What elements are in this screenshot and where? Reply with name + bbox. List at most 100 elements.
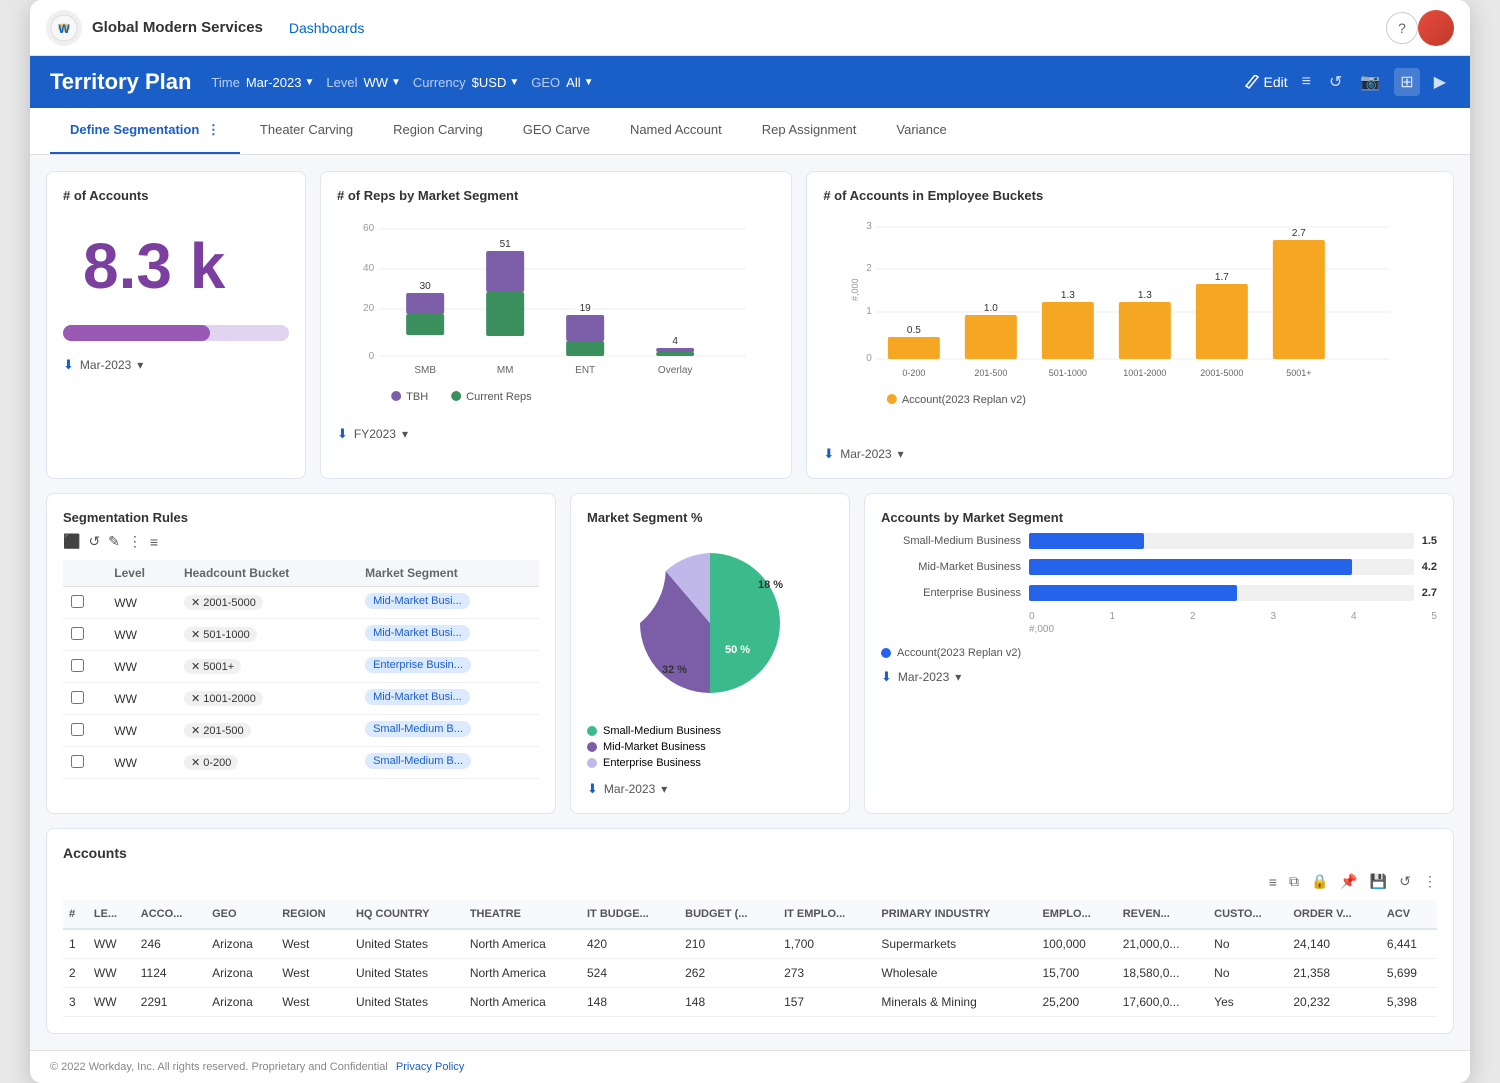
filter-geo: GEO All ▼ — [531, 75, 593, 90]
table-header-row: # LE... ACCO... GEO REGION HQ COUNTRY TH… — [63, 900, 1437, 929]
svg-text:5001+: 5001+ — [1287, 368, 1312, 378]
seg-refresh-icon[interactable]: ↺ — [88, 533, 100, 550]
col-country: HQ COUNTRY — [350, 900, 464, 929]
filter-level-value[interactable]: WW ▼ — [363, 75, 400, 90]
seg-row-6-checkbox[interactable] — [71, 755, 84, 768]
tab-rep-assignment[interactable]: Rep Assignment — [742, 108, 877, 154]
col-market-seg: Market Segment — [357, 560, 539, 587]
tbl-filter-icon[interactable]: ≡ — [1269, 874, 1277, 890]
logo-area: W Global Modern Services Dashboards — [46, 10, 364, 46]
tbl-save-icon: 💾 — [1370, 873, 1387, 890]
market-seg-footer[interactable]: ⬇ Mar-2023 ▾ — [587, 781, 833, 797]
seg-toolbar: ⬛ ↺ ✎ ⋮ ≡ — [63, 533, 539, 550]
grid-icon-btn[interactable]: ⊞ — [1394, 68, 1419, 96]
col-num: # — [63, 900, 88, 929]
svg-text:0: 0 — [369, 351, 375, 362]
video-icon-btn[interactable]: ▶ — [1430, 68, 1450, 96]
seg-row-1-checkbox[interactable] — [71, 595, 84, 608]
tbl-lock-icon[interactable]: 🔒 — [1311, 873, 1328, 890]
seg-rules-title: Segmentation Rules — [63, 510, 539, 525]
tbl-copy-icon[interactable]: ⧉ — [1289, 873, 1299, 890]
svg-text:201-500: 201-500 — [975, 368, 1008, 378]
seg-row-5-checkbox[interactable] — [71, 723, 84, 736]
seg-dots-icon[interactable]: ⋮ — [128, 533, 142, 550]
accounts-card: # of Accounts 8.3 k ⬇ Mar-2023 ▾ — [46, 171, 306, 479]
accounts-big-number: 8.3 k — [63, 211, 289, 317]
help-button[interactable]: ? — [1386, 12, 1418, 44]
col-reven: REVEN... — [1117, 900, 1208, 929]
tab-define-segmentation[interactable]: Define Segmentation ⋮ — [50, 108, 240, 154]
h-bar-mid-track — [1029, 559, 1414, 575]
footer-policy-link[interactable]: Privacy Policy — [396, 1061, 464, 1073]
svg-text:3: 3 — [867, 221, 873, 232]
h-axis: 0 1 2 3 4 5 — [1029, 611, 1437, 622]
employee-card-footer[interactable]: ⬇ Mar-2023 ▾ — [823, 446, 1437, 462]
filter-currency-value[interactable]: $USD ▼ — [472, 75, 520, 90]
camera-icon-btn[interactable]: 📷 — [1356, 68, 1384, 96]
svg-text:0.5: 0.5 — [907, 325, 921, 336]
col-it-budget: IT BUDGE... — [581, 900, 679, 929]
seg-filter-icon[interactable]: ≡ — [150, 534, 158, 550]
h-bar-ent-track — [1029, 585, 1414, 601]
dashboards-link[interactable]: Dashboards — [289, 20, 365, 36]
pie-mid-dot — [587, 742, 597, 752]
col-headcount: Headcount Bucket — [176, 560, 357, 587]
seg-row-3-checkbox[interactable] — [71, 659, 84, 672]
h-bar-smb-val: 1.5 — [1422, 535, 1437, 547]
seg-edit-icon[interactable]: ✎ — [108, 533, 120, 550]
svg-text:TBH: TBH — [406, 391, 428, 403]
tbl-more-icon[interactable]: ⋮ — [1423, 873, 1437, 890]
tab-theater-carving[interactable]: Theater Carving — [240, 108, 373, 154]
tab-variance[interactable]: Variance — [876, 108, 966, 154]
seg-row-6: WW ✕ 0-200 Small-Medium B... — [63, 747, 539, 779]
table-row: 1 WW 246 Arizona West United States Nort… — [63, 929, 1437, 959]
accounts-market-legend: Account(2023 Replan v2) — [881, 647, 1437, 659]
filter-time-value[interactable]: Mar-2023 ▼ — [246, 75, 315, 90]
pie-chart-svg: 18 % 32 % 50 % — [610, 533, 810, 713]
seg-row-4-checkbox[interactable] — [71, 691, 84, 704]
market-seg-filter-icon: ⬇ — [587, 781, 598, 797]
tbl-refresh-icon[interactable]: ↺ — [1399, 873, 1411, 890]
reps-card-footer[interactable]: ⬇ FY2023 ▾ — [337, 426, 775, 442]
pie-smb-label: Small-Medium Business — [603, 725, 721, 737]
col-custo: CUSTO... — [1208, 900, 1287, 929]
svg-text:501-1000: 501-1000 — [1049, 368, 1087, 378]
filter-geo-value[interactable]: All ▼ — [566, 75, 593, 90]
pie-chart-container: 18 % 32 % 50 % — [587, 533, 833, 713]
h-bar-smb-fill — [1029, 533, 1144, 549]
edit-button[interactable]: Edit — [1245, 74, 1287, 90]
accounts-market-chevron-icon: ▾ — [955, 670, 961, 684]
svg-text:W: W — [58, 22, 70, 36]
col-checkbox — [63, 560, 106, 587]
h-bar-smb-track — [1029, 533, 1414, 549]
svg-text:2001-5000: 2001-5000 — [1201, 368, 1244, 378]
seg-row-6-segment: Small-Medium B... — [357, 747, 539, 779]
svg-text:60: 60 — [363, 223, 375, 234]
user-avatar[interactable] — [1418, 10, 1454, 46]
col-acco: ACCO... — [135, 900, 206, 929]
svg-text:30: 30 — [420, 281, 432, 292]
pie-legend: Small-Medium Business Mid-Market Busines… — [587, 725, 833, 769]
market-seg-card: Market Segment % — [570, 493, 850, 814]
tab-named-account[interactable]: Named Account — [610, 108, 742, 154]
seg-row-1-segment: Mid-Market Busi... — [357, 587, 539, 619]
svg-text:Overlay: Overlay — [658, 365, 692, 376]
reps-chart-card: # of Reps by Market Segment 60 40 20 0 — [320, 171, 792, 479]
svg-text:51: 51 — [500, 239, 512, 250]
accounts-market-footer[interactable]: ⬇ Mar-2023 ▾ — [881, 669, 1437, 685]
refresh-icon-btn[interactable]: ↺ — [1325, 68, 1346, 96]
seg-row-2-checkbox[interactable] — [71, 627, 84, 640]
h-bar-mid-fill — [1029, 559, 1352, 575]
row-1: # of Accounts 8.3 k ⬇ Mar-2023 ▾ # of Re… — [46, 171, 1454, 479]
accounts-table-title: Accounts — [63, 845, 1437, 861]
filter-icon-btn[interactable]: ≡ — [1298, 69, 1315, 95]
filter-time: Time Mar-2023 ▼ — [211, 75, 314, 90]
seg-row-2-segment: Mid-Market Busi... — [357, 619, 539, 651]
accounts-card-footer[interactable]: ⬇ Mar-2023 ▾ — [63, 357, 289, 373]
svg-text:40: 40 — [363, 263, 375, 274]
svg-text:SMB: SMB — [414, 365, 436, 376]
pie-ent-dot — [587, 758, 597, 768]
tab-geo-carve[interactable]: GEO Carve — [503, 108, 610, 154]
seg-add-icon[interactable]: ⬛ — [63, 533, 80, 550]
tab-region-carving[interactable]: Region Carving — [373, 108, 503, 154]
